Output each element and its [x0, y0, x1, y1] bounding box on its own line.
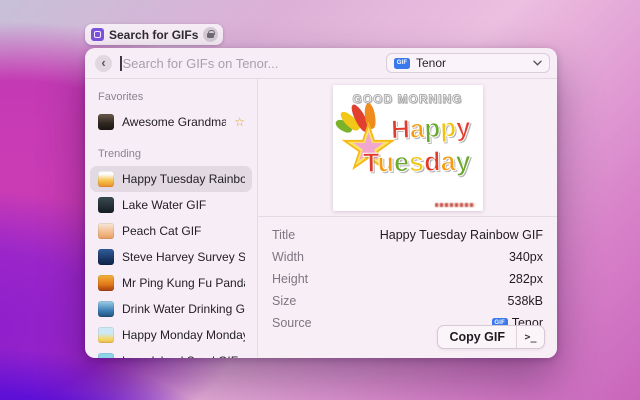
meta-row-width: Width 340px — [258, 246, 557, 268]
search-input[interactable] — [123, 56, 379, 71]
gif-thumbnail — [98, 275, 114, 291]
list-item-mr-ping[interactable]: Mr Ping Kung Fu Panda GIF — [90, 270, 252, 296]
chevron-down-icon — [533, 60, 542, 66]
gif-thumbnail — [98, 249, 114, 265]
back-button[interactable]: ‹ — [95, 55, 112, 72]
shortcut-pill[interactable]: Search for GIFs — [85, 24, 223, 45]
favorite-star-icon[interactable]: ☆ — [234, 116, 245, 128]
list-item-lake-water[interactable]: Lake Water GIF — [90, 192, 252, 218]
favorites-header: Favorites — [85, 91, 257, 109]
source-dropdown-value: Tenor — [416, 56, 527, 70]
text-caret — [120, 56, 122, 71]
list-item-steve-harvey[interactable]: Steve Harvey Survey Says GIF — [90, 244, 252, 270]
gif-thumbnail — [98, 327, 114, 343]
gif-preview-image: GOOD MORNING Happy Tuesday — [333, 85, 483, 211]
source-dropdown[interactable]: GIF Tenor — [386, 53, 550, 73]
list-item-peach-cat[interactable]: Peach Cat GIF — [90, 218, 252, 244]
gif-search-window: ‹ GIF Tenor Favorites Awesome Grandma GI… — [85, 48, 557, 358]
shortcut-pill-label: Search for GIFs — [109, 28, 198, 42]
metadata-section: Title Happy Tuesday Rainbow GIF Width 34… — [258, 216, 557, 334]
meta-row-height: Height 282px — [258, 268, 557, 290]
gif-watermark — [435, 203, 475, 207]
gif-badge-icon: GIF — [394, 58, 410, 69]
lock-icon[interactable] — [203, 27, 218, 42]
copy-gif-split-button: Copy GIF >_ — [437, 325, 545, 349]
copy-gif-button[interactable]: Copy GIF — [438, 326, 516, 348]
list-item-happy-monday[interactable]: Happy Monday Mondays GIF — [90, 322, 252, 348]
list-item-happy-tuesday[interactable]: Happy Tuesday Rainbow GIF — [90, 166, 252, 192]
gif-text-tuesday: Tuesday — [362, 148, 470, 177]
list-item-awesome-grandma[interactable]: Awesome Grandma GIF ☆ — [90, 109, 252, 135]
meta-row-title: Title Happy Tuesday Rainbow GIF — [258, 224, 557, 246]
gif-thumbnail — [98, 353, 114, 358]
meta-row-size: Size 538kB — [258, 290, 557, 312]
gif-thumbnail — [98, 223, 114, 239]
list-item-drink-water[interactable]: Drink Water Drinking GIF — [90, 296, 252, 322]
detail-panel: GOOD MORNING Happy Tuesday Title — [258, 79, 557, 358]
gif-preview-area: GOOD MORNING Happy Tuesday — [258, 79, 557, 216]
gif-thumbnail — [98, 301, 114, 317]
gif-extension-icon — [91, 28, 104, 41]
gif-thumbnail — [98, 171, 114, 187]
gif-thumbnail — [98, 197, 114, 213]
trending-header: Trending — [85, 135, 257, 166]
gif-thumbnail — [98, 114, 114, 130]
results-sidebar: Favorites Awesome Grandma GIF ☆ Trending… — [85, 79, 258, 358]
terminal-icon[interactable]: >_ — [517, 326, 544, 348]
search-bar: ‹ GIF Tenor — [85, 48, 557, 78]
list-item-love-island[interactable]: Love Island Sand GIF — [90, 348, 252, 358]
gif-text-happy: Happy — [390, 114, 470, 143]
